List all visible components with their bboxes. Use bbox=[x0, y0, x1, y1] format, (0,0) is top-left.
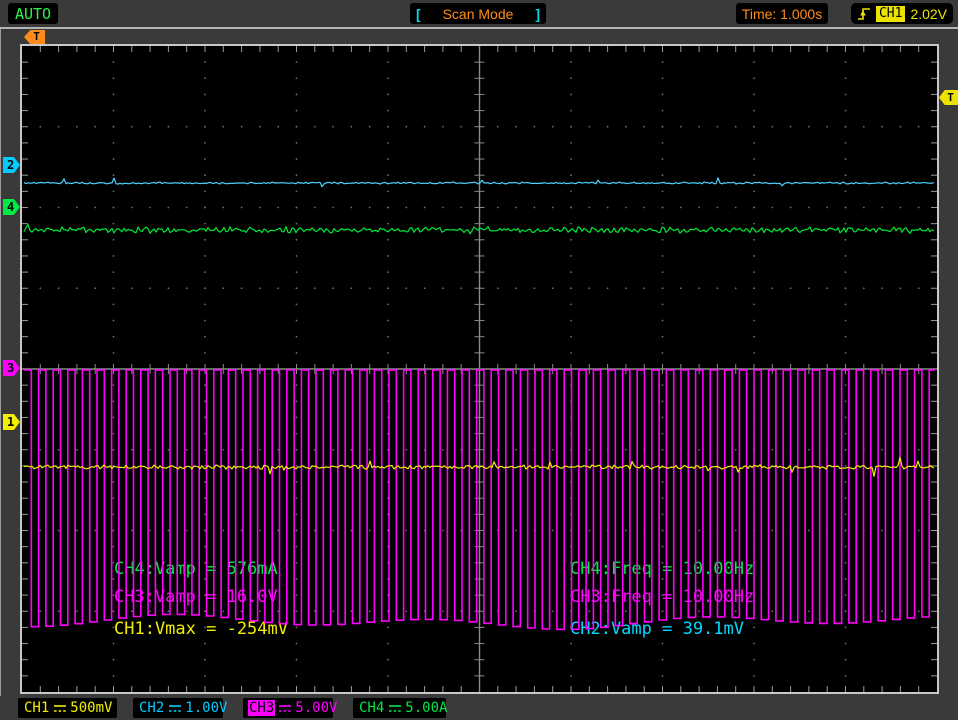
channel-3-scale: 5.00V bbox=[295, 700, 337, 716]
channel-4-offset-marker[interactable]: 4 bbox=[3, 199, 20, 215]
channel-2-scale: 1.00V bbox=[185, 700, 227, 716]
channel-1-status-box[interactable]: CH1 500mV bbox=[18, 698, 117, 718]
trigger-position-marker[interactable]: T bbox=[24, 30, 45, 44]
channel-2-offset-marker[interactable]: 2 bbox=[3, 157, 20, 173]
channel-4-scale: 5.00A bbox=[405, 700, 447, 716]
acquisition-status-badge[interactable]: AUTO bbox=[8, 3, 58, 24]
channel-4-name: CH4 bbox=[358, 700, 385, 716]
dc-coupling-icon bbox=[278, 704, 292, 713]
trigger-readout[interactable]: CH1 2.02V bbox=[851, 3, 953, 24]
trigger-level-marker[interactable]: T bbox=[939, 90, 958, 105]
channel-1-offset-marker[interactable]: 1 bbox=[3, 414, 20, 430]
channel-2-name: CH2 bbox=[138, 700, 165, 716]
rising-edge-icon bbox=[857, 6, 871, 22]
trigger-level-value: 2.02V bbox=[910, 6, 947, 22]
channel-2-status-box[interactable]: CH2 1.00V bbox=[133, 698, 223, 718]
sweep-mode-label: Scan Mode bbox=[443, 6, 514, 22]
channel-4-status-box[interactable]: CH4 5.00A bbox=[353, 698, 446, 718]
trigger-source-badge: CH1 bbox=[876, 6, 905, 22]
sweep-mode-indicator: [ Scan Mode ] bbox=[410, 3, 546, 24]
dc-coupling-icon bbox=[168, 704, 182, 713]
bracket-left: [ bbox=[416, 6, 421, 22]
channel-3-offset-marker[interactable]: 3 bbox=[3, 360, 20, 376]
waveform-display[interactable]: CH4:Vamp = 576mA CH3:Vamp = 16.0V CH1:Vm… bbox=[20, 44, 939, 694]
channel-1-scale: 500mV bbox=[70, 700, 112, 716]
timebase-readout[interactable]: Time: 1.000s bbox=[736, 3, 828, 24]
channel-3-name: CH3 bbox=[248, 700, 275, 716]
dc-coupling-icon bbox=[53, 704, 67, 713]
top-status-bar: AUTO [ Scan Mode ] Time: 1.000s CH1 2.02… bbox=[0, 0, 958, 29]
oscilloscope-screen: { "top_bar": { "acquisition_mode": "AUTO… bbox=[0, 0, 958, 720]
graticule-and-traces bbox=[22, 46, 937, 692]
bottom-status-bar: CH1 500mV CH2 1.00V CH3 5.00V CH4 5.00A bbox=[0, 696, 958, 720]
bracket-right: ] bbox=[535, 6, 540, 22]
dc-coupling-icon bbox=[388, 704, 402, 713]
channel-1-name: CH1 bbox=[23, 700, 50, 716]
channel-3-status-box[interactable]: CH3 5.00V bbox=[243, 698, 333, 718]
